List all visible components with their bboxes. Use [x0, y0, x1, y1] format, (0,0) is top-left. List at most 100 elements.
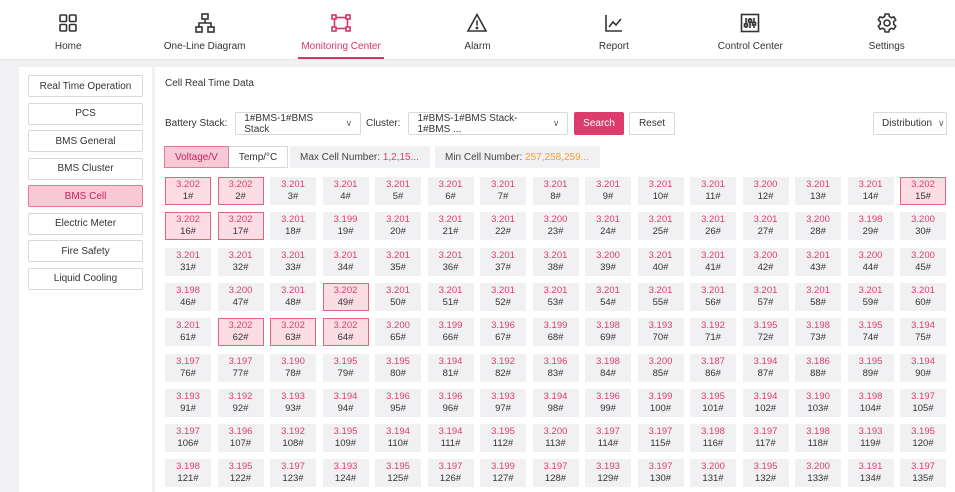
- cell-voltage: 3.201: [806, 179, 830, 190]
- cell-voltage: 3.202: [281, 320, 305, 332]
- cell-item: 3.194 90#: [900, 353, 946, 382]
- cell-number: 102#: [754, 402, 777, 414]
- cell-number: 64#: [337, 332, 354, 344]
- cell-voltage: 3.194: [438, 426, 463, 438]
- cell-number: 43#: [810, 261, 826, 273]
- cell-voltage: 3.197: [281, 461, 305, 473]
- cell-item: 3.197 123#: [270, 459, 316, 488]
- cell-voltage: 3.193: [648, 320, 673, 332]
- cell-number: 55#: [652, 296, 669, 308]
- cell-number: 114#: [597, 438, 619, 450]
- cell-number: 5#: [392, 191, 404, 202]
- cell-voltage: 3.199: [648, 390, 673, 402]
- cell-item: 3.197 77#: [217, 353, 264, 382]
- cell-number: 47#: [232, 296, 249, 308]
- cell-item: 3.197 117#: [742, 424, 789, 453]
- cell-item: 3.196 99#: [585, 388, 631, 417]
- cell-number: 128#: [544, 473, 567, 485]
- nav-monitoring-center[interactable]: Monitoring Center: [273, 0, 409, 59]
- search-button[interactable]: Search: [574, 112, 624, 135]
- cell-item: 3.201 14#: [847, 177, 894, 205]
- cell-number: 33#: [285, 261, 301, 273]
- monitor-frame-icon: [331, 14, 351, 32]
- cell-voltage: 3.200: [911, 214, 935, 226]
- nav-report[interactable]: Report: [546, 0, 682, 59]
- cell-voltage: 3.195: [911, 426, 935, 438]
- cell-number: 123#: [282, 473, 304, 485]
- sidebar-item-bms-general[interactable]: BMS General: [28, 130, 143, 152]
- cell-item: 3.198 29#: [847, 212, 894, 241]
- tab-temperature[interactable]: Temp/°C: [228, 146, 289, 168]
- cell-number: 91#: [180, 402, 196, 414]
- cell-item: 3.201 48#: [270, 282, 316, 311]
- cell-voltage: 3.197: [911, 461, 935, 473]
- cell-voltage: 3.197: [176, 426, 200, 438]
- cell-voltage: 3.198: [596, 355, 620, 367]
- cell-number: 133#: [807, 473, 829, 485]
- cell-number: 101#: [702, 402, 724, 414]
- top-navigation: Home One-Line Diagram Monitoring Center …: [0, 0, 955, 60]
- cell-number: 14#: [862, 191, 879, 202]
- cell-item: 3.201 35#: [375, 247, 421, 276]
- cell-item: 3.201 54#: [585, 282, 631, 311]
- nav-alarm[interactable]: Alarm: [409, 0, 545, 59]
- cluster-filter: Cluster: 1#BMS-1#BMS Stack-1#BMS ... ∨: [366, 112, 569, 135]
- cell-number: 82#: [495, 367, 511, 379]
- cell-voltage: 3.201: [701, 284, 725, 296]
- cell-item: 3.193 93#: [270, 388, 316, 417]
- cell-voltage: 3.201: [438, 179, 463, 190]
- cell-item: 3.202 16#: [165, 212, 211, 241]
- cell-voltage: 3.199: [333, 214, 358, 226]
- sidebar-item-pcs[interactable]: PCS: [28, 102, 143, 125]
- cell-number: 63#: [285, 332, 301, 344]
- sidebar-item-real-time-operation[interactable]: Real Time Operation: [28, 75, 143, 97]
- reset-button[interactable]: Reset: [629, 112, 675, 135]
- cell-voltage: 3.201: [491, 179, 515, 190]
- nav-home[interactable]: Home: [0, 0, 136, 59]
- cell-voltage: 3.201: [386, 179, 410, 190]
- sidebar-item-electric-meter[interactable]: Electric Meter: [28, 212, 143, 235]
- cell-number: 115#: [650, 438, 671, 450]
- chevron-down-icon: ∨: [345, 118, 353, 128]
- sidebar-item-bms-cell[interactable]: BMS Cell: [28, 185, 143, 207]
- cell-item: 3.200 42#: [742, 247, 789, 276]
- cell-item: 3.191 134#: [847, 459, 894, 488]
- battery-stack-select[interactable]: 1#BMS-1#BMS Stack ∨: [235, 112, 362, 135]
- tab-voltage[interactable]: Voltage/V: [164, 146, 229, 168]
- cell-voltage: 3.198: [176, 284, 200, 296]
- cell-voltage: 3.202: [911, 179, 935, 190]
- nav-settings[interactable]: Settings: [819, 0, 955, 59]
- cell-voltage: 3.198: [176, 461, 200, 473]
- cell-number: 130#: [649, 473, 672, 485]
- cell-voltage: 3.194: [438, 355, 463, 367]
- cell-voltage: 3.200: [543, 214, 568, 226]
- sidebar-item-bms-cluster[interactable]: BMS Cluster: [28, 157, 143, 180]
- cell-number: 132#: [754, 473, 777, 485]
- battery-stack-value: 1#BMS-1#BMS Stack: [244, 112, 314, 135]
- nav-one-line-diagram[interactable]: One-Line Diagram: [136, 0, 272, 59]
- sidebar-item-liquid-cooling[interactable]: Liquid Cooling: [28, 267, 143, 290]
- cell-voltage: 3.195: [858, 355, 883, 367]
- cell-number: 58#: [810, 296, 826, 308]
- cell-number: 32#: [232, 261, 249, 273]
- cell-voltage: 3.201: [858, 179, 883, 190]
- cell-voltage: 3.194: [543, 390, 568, 402]
- cell-voltage: 3.201: [491, 214, 515, 226]
- cell-item: 3.199 66#: [427, 318, 474, 347]
- cluster-select[interactable]: 1#BMS-1#BMS Stack-1#BMS ... ∨: [408, 112, 569, 135]
- cell-item: 3.194 98#: [532, 388, 579, 417]
- cell-number: 27#: [757, 226, 774, 238]
- cell-number: 80#: [390, 367, 406, 379]
- sidebar-item-fire-safety[interactable]: Fire Safety: [28, 240, 143, 262]
- cell-number: 6#: [445, 191, 456, 202]
- cell-number: 60#: [915, 296, 931, 308]
- nav-settings-label: Settings: [868, 41, 905, 52]
- cell-item: 3.201 7#: [480, 177, 526, 205]
- nav-control-center[interactable]: Control Center: [682, 0, 818, 59]
- cell-voltage: 3.195: [753, 320, 778, 332]
- cell-item: 3.198 69#: [585, 318, 631, 347]
- cell-item: 3.199 127#: [480, 459, 526, 488]
- cell-item: 3.193 91#: [165, 388, 211, 417]
- distribution-select[interactable]: Distribution ∨: [873, 112, 947, 135]
- cell-voltage: 3.195: [753, 461, 778, 473]
